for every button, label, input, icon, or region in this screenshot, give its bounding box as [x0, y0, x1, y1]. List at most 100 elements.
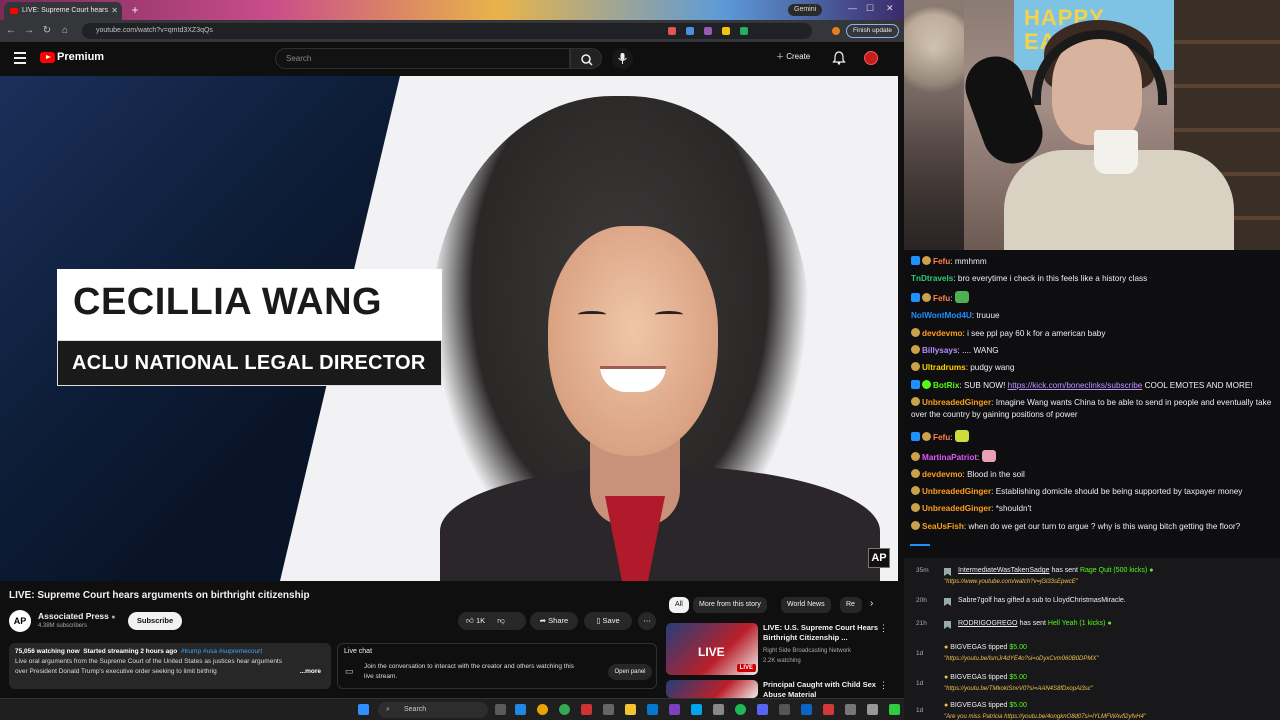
back-icon[interactable]: ←	[4, 24, 18, 38]
kebab-menu-icon[interactable]: ⋮	[879, 623, 888, 634]
chat-username[interactable]: TnDtravels	[911, 274, 953, 283]
app-icon[interactable]	[603, 704, 614, 715]
forward-icon[interactable]: →	[22, 24, 36, 38]
search-button[interactable]	[570, 48, 602, 69]
reload-icon[interactable]: ↻	[40, 24, 54, 38]
notifications-button[interactable]	[832, 51, 846, 65]
taskbar-search[interactable]: ⌕ Search	[378, 702, 488, 718]
event-user[interactable]: IntermediateWasTakenSadge	[958, 567, 1050, 574]
app-icon[interactable]	[801, 704, 812, 715]
related-title[interactable]: Principal Caught with Child Sex Abuse Ma…	[763, 680, 883, 698]
video-player[interactable]: CECILLIA WANG ACLU NATIONAL LEGAL DIRECT…	[0, 76, 898, 581]
extension-icon[interactable]	[668, 27, 676, 35]
home-icon[interactable]: ⌂	[58, 24, 72, 38]
chat-username[interactable]: Fefu	[933, 433, 950, 442]
more-actions-button[interactable]: ⋯	[638, 612, 656, 630]
app-icon[interactable]	[647, 704, 658, 715]
chat-username[interactable]: Fefu	[933, 294, 950, 303]
event-user[interactable]: BIGVEGAS	[950, 702, 986, 709]
youtube-logo-icon[interactable]	[40, 52, 55, 63]
channel-name[interactable]: Associated Press ●	[38, 611, 115, 621]
app-icon[interactable]	[889, 704, 900, 715]
extension-icon[interactable]	[704, 27, 712, 35]
edge-icon[interactable]	[515, 704, 526, 715]
related-title[interactable]: LIVE: U.S. Supreme Court Hears Birthrigh…	[763, 623, 883, 643]
more-link[interactable]: ...more	[300, 667, 321, 677]
menu-icon[interactable]	[14, 52, 26, 64]
related-thumbnail[interactable]: LIVE LIVE	[666, 623, 758, 675]
chat-username[interactable]: MartinaPatriot	[922, 453, 977, 462]
subscribe-button[interactable]: Subscribe	[128, 612, 182, 630]
chat-username[interactable]: Fefu	[933, 257, 950, 266]
event-item-name[interactable]: LloydChristmasMiracle.	[1053, 597, 1126, 604]
app-icon[interactable]	[757, 704, 768, 715]
app-icon[interactable]	[845, 704, 856, 715]
maximize-icon[interactable]: ☐	[866, 3, 874, 14]
youtube-premium-logo[interactable]: Premium	[57, 51, 104, 63]
minimize-icon[interactable]: —	[848, 3, 857, 13]
url-field[interactable]: youtube.com/watch?v=qmtd3XZ3qQs	[82, 23, 812, 39]
dislike-button[interactable]: 👎︎	[497, 616, 505, 625]
kebab-menu-icon[interactable]: ⋮	[879, 680, 888, 691]
tab-youtube[interactable]: LIVE: Supreme Court hears ✕	[4, 2, 122, 20]
file-explorer-icon[interactable]	[625, 704, 636, 715]
event-link[interactable]: "https://www.youtube.com/watch?v=jGl33sE…	[944, 579, 1078, 585]
chat-username[interactable]: devdevmo	[922, 329, 963, 338]
like-button[interactable]: 👍︎ 1K	[466, 616, 485, 625]
start-icon[interactable]	[358, 704, 369, 715]
new-tab-button[interactable]: +	[128, 3, 142, 17]
chat-link[interactable]: https://kick.com/boneclinks/subscribe	[1008, 381, 1143, 390]
related-channel[interactable]: Right Side Broadcasting Network	[763, 647, 851, 656]
save-button[interactable]: ▯ Save	[584, 612, 632, 630]
avatar[interactable]	[864, 51, 878, 65]
close-tab-icon[interactable]: ✕	[111, 2, 118, 20]
extension-icon[interactable]	[686, 27, 694, 35]
profile-icon[interactable]	[832, 27, 840, 35]
channel-avatar[interactable]: AP	[9, 610, 31, 632]
chip-partial[interactable]: Re	[840, 597, 862, 613]
chat-username[interactable]: devdevmo	[922, 470, 963, 479]
chip-all[interactable]: All	[669, 597, 689, 613]
event-user[interactable]: Sabre7golf	[958, 597, 992, 604]
chat-username[interactable]: BotRix	[933, 381, 959, 390]
related-thumbnail[interactable]	[666, 680, 758, 698]
chat-username[interactable]: NolWontMod4U	[911, 311, 972, 320]
app-icon[interactable]	[823, 704, 834, 715]
chip-more-from-story[interactable]: More from this story	[693, 597, 767, 613]
create-button[interactable]: ＋ Create	[776, 51, 810, 62]
chrome-profile-icon[interactable]	[559, 704, 570, 715]
chevron-right-icon[interactable]: ›	[870, 598, 873, 609]
app-icon[interactable]	[779, 704, 790, 715]
event-link[interactable]: "https://youtu.be/lsmJr4dYE4o?si=oDyxCvm…	[944, 656, 1099, 662]
event-user[interactable]: BIGVEGAS	[950, 674, 986, 681]
related-video[interactable]: Principal Caught with Child Sex Abuse Ma…	[666, 680, 898, 698]
chip-world-news[interactable]: World News	[781, 597, 831, 613]
event-link[interactable]: "Are you miss Patricia https://youtu.be/…	[944, 714, 1146, 720]
gemini-button[interactable]: Gemini	[788, 4, 823, 16]
close-window-icon[interactable]: ✕	[886, 3, 894, 14]
spotify-icon[interactable]	[735, 704, 746, 715]
event-user[interactable]: RODRIGOGREGO	[958, 620, 1018, 627]
chat-username[interactable]: SeaUsFish	[922, 522, 964, 531]
app-icon[interactable]	[669, 704, 680, 715]
chat-username[interactable]: Ultradrums	[922, 363, 966, 372]
chat-username[interactable]: UnbreadedGinger	[922, 398, 991, 407]
voice-search-button[interactable]	[612, 48, 633, 69]
hashtags[interactable]: #trump #usa #supremecourt	[181, 648, 262, 655]
chat-username[interactable]: Billysays	[922, 346, 958, 355]
chrome-icon[interactable]	[537, 704, 548, 715]
search-input[interactable]: Search	[275, 48, 570, 69]
description-box[interactable]: 75,056 watching now Started streaming 2 …	[9, 643, 331, 689]
chat-username[interactable]: UnbreadedGinger	[922, 504, 991, 513]
extension-icon[interactable]	[740, 27, 748, 35]
chat-username[interactable]: UnbreadedGinger	[922, 487, 991, 496]
app-icon[interactable]	[713, 704, 724, 715]
open-panel-button[interactable]: Open panel	[608, 664, 652, 680]
app-icon[interactable]	[867, 704, 878, 715]
share-button[interactable]: ➦ Share	[530, 612, 578, 630]
task-view-icon[interactable]	[495, 704, 506, 715]
related-video[interactable]: LIVE LIVE LIVE: U.S. Supreme Court Hears…	[666, 623, 898, 675]
extension-icon[interactable]	[722, 27, 730, 35]
event-link[interactable]: "https://youtu.be/TMkokISnvV0?si=AAN4S8f…	[944, 686, 1093, 692]
finish-update-button[interactable]: Finish update	[846, 24, 900, 38]
